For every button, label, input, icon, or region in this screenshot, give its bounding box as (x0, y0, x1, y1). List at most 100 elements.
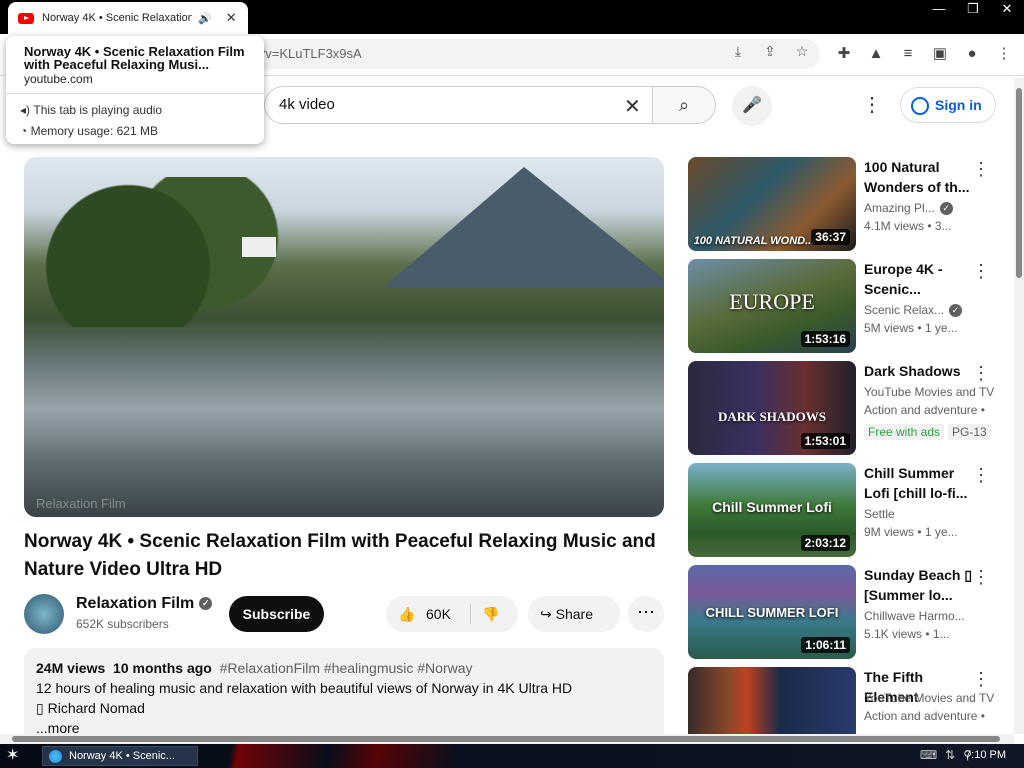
recommendation-menu-icon[interactable]: ⋮ (972, 261, 990, 282)
search-button[interactable]: ⌕ (652, 86, 716, 124)
hover-card-audio: ◂) This tab is playing audio (20, 103, 162, 117)
side-panel-icon[interactable]: ▣ (930, 42, 950, 66)
hashtags[interactable]: #RelaxationFilm #healingmusic #Norway (220, 660, 473, 676)
duration-badge: 1:53:01 (800, 433, 850, 449)
tab-active[interactable]: Norway 4K • Scenic Relaxation 🔊 ✕ (8, 2, 248, 34)
vertical-scrollbar[interactable] (1014, 78, 1024, 734)
recommendation-channel: YouTube Movies and TV (864, 385, 995, 399)
clear-search-icon[interactable]: ✕ (624, 94, 641, 119)
channel-text: Amazing Pl... (864, 201, 935, 215)
video-thumbnail[interactable]: Chill Summer Lofi 2:03:12 (688, 463, 856, 557)
video-frame-mountain (384, 167, 664, 287)
thumbnail-text: Chill Summer Lofi (712, 499, 832, 515)
recommendation-menu-icon[interactable]: ⋮ (972, 465, 990, 486)
more-actions-button[interactable]: ⋯ (628, 596, 664, 632)
channel-avatar[interactable] (24, 594, 64, 634)
bookmark-star-icon[interactable]: ☆ (792, 43, 812, 60)
scrollbar-thumb[interactable] (12, 736, 1000, 742)
search-icon: ⌕ (678, 95, 690, 115)
recommendation-menu-icon[interactable]: ⋮ (972, 159, 990, 180)
subscribe-button[interactable]: Subscribe (229, 596, 324, 632)
video-player[interactable]: Relaxation Film (24, 157, 664, 517)
recommendation-title[interactable]: Chill Summer Lofi [chill lo-fi... (864, 463, 976, 503)
tab-close-button[interactable]: ✕ (226, 10, 237, 26)
recommendation-item[interactable]: DARK SHADOWS 1:53:01 Dark Shadows YouTub… (688, 361, 1008, 455)
share-page-icon[interactable]: ⇪ (760, 43, 780, 60)
close-window-button[interactable]: ✕ (990, 0, 1024, 18)
video-thumbnail[interactable]: 100 NATURAL WOND... 36:37 (688, 157, 856, 251)
recommendation-item[interactable]: Chill Summer Lofi 2:03:12 Chill Summer L… (688, 463, 1008, 557)
memory-gauge-icon: ◔ (20, 124, 31, 138)
browser-menu-icon[interactable]: ⋮ (994, 42, 1014, 66)
keyboard-icon[interactable]: ⌨ (920, 748, 937, 762)
like-count[interactable]: 60K (426, 596, 451, 632)
search-input[interactable]: 4k video (264, 86, 654, 124)
recommendation-meta: 5.1K views • 1... (864, 627, 950, 641)
browser-icon (49, 750, 62, 763)
share-button[interactable]: ↪ Share (528, 596, 620, 632)
voice-search-button[interactable]: 🎤 (732, 86, 772, 126)
profile-icon[interactable]: ● (962, 42, 982, 66)
recommendation-item[interactable]: The Fifth Element YouTube Movies and TV … (688, 667, 1008, 744)
recommendation-channel: Chillwave Harmo... (864, 609, 965, 623)
description-box[interactable]: 24M views 10 months ago #RelaxationFilm … (24, 648, 664, 744)
horizontal-scrollbar[interactable] (0, 734, 1014, 744)
channel-name-text: Relaxation Film (76, 595, 195, 612)
scrollbar-thumb[interactable] (1016, 88, 1022, 278)
verified-icon: ✓ (939, 202, 953, 216)
video-thumbnail[interactable]: CHILL SUMMER LOFI 1:06:11 (688, 565, 856, 659)
recommendation-meta: 4.1M views • 3... (864, 219, 952, 233)
settings-menu-icon[interactable]: ⋮ (862, 92, 882, 117)
restore-button[interactable]: ❐ (956, 0, 990, 18)
audio-status-text: This tab is playing audio (33, 103, 163, 117)
duration-badge: 36:37 (811, 229, 850, 245)
recommendation-title[interactable]: Europe 4K - Scenic... (864, 259, 976, 299)
thumbnail-text: CHILL SUMMER LOFI (705, 605, 839, 620)
network-icon[interactable]: ⇅ (945, 748, 955, 762)
omnibox-actions: ⤓ ⇪ ☆ (728, 43, 812, 60)
verified-icon: ✓ (949, 304, 963, 318)
recommendation-menu-icon[interactable]: ⋮ (972, 567, 990, 588)
youtube-icon (18, 12, 34, 24)
recommendation-title[interactable]: Sunday Beach ▯ [Summer lo... (864, 565, 976, 605)
recommendation-item[interactable]: CHILL SUMMER LOFI 1:06:11 Sunday Beach ▯… (688, 565, 1008, 659)
thumbnail-text: DARK SHADOWS (718, 409, 826, 424)
channel-name[interactable]: Relaxation Film ✓ (76, 595, 213, 613)
recommendation-item[interactable]: EUROPE 1:53:16 Europe 4K - Scenic... Sce… (688, 259, 1008, 353)
sign-in-button[interactable]: Sign in (900, 87, 996, 123)
recommendation-meta: 9M views • 1 ye... (864, 525, 958, 539)
recommendation-channel: Amazing Pl... ✓ (864, 201, 996, 216)
speaker-icon[interactable]: 🔊 (198, 12, 212, 25)
account-icon (911, 97, 929, 116)
hover-card-memory: ◔ Memory usage: 621 MB (20, 124, 158, 138)
recommendation-item[interactable]: 100 NATURAL WOND... 36:37 100 Natural Wo… (688, 157, 1008, 251)
recommendation-channel: YouTube Movies and TV (864, 691, 995, 705)
system-clock[interactable]: 7:10 PM (965, 749, 1006, 761)
recommendation-menu-icon[interactable]: ⋮ (972, 363, 990, 384)
recommendation-title[interactable]: Dark Shadows (864, 361, 976, 381)
description-line: 12 hours of healing music and relaxation… (36, 680, 573, 696)
extensions-icon[interactable]: ✚ (834, 42, 854, 66)
like-dislike-group: 👍 60K 👎 (386, 596, 518, 632)
recommendation-title[interactable]: 100 Natural Wonders of th... (864, 157, 976, 197)
dislike-icon[interactable]: 👎 (482, 596, 499, 632)
duration-badge: 1:53:16 (800, 331, 850, 347)
verified-icon: ✓ (199, 597, 213, 611)
video-thumbnail[interactable]: EUROPE 1:53:16 (688, 259, 856, 353)
like-icon[interactable]: 👍 (398, 596, 415, 632)
video-title: Norway 4K • Scenic Relaxation Film with … (24, 531, 656, 580)
install-icon[interactable]: ⤓ (728, 43, 748, 60)
minimize-button[interactable]: — (922, 0, 956, 18)
taskbar-task-button[interactable]: Norway 4K • Scenic... (42, 746, 198, 766)
recommendation-channel: Settle (864, 507, 895, 521)
video-thumbnail[interactable] (688, 667, 856, 744)
start-menu-icon[interactable]: ✶ (6, 745, 19, 765)
recommendation-meta: Action and adventure • (864, 403, 985, 417)
toolbar-icons: ✚ ▲ ≡ ▣ ● ⋮ (834, 42, 1014, 66)
labs-flask-icon[interactable]: ▲ (866, 42, 886, 66)
sign-in-label: Sign in (935, 97, 982, 113)
duration-badge: 1:06:11 (801, 637, 850, 653)
media-queue-icon[interactable]: ≡ (898, 42, 918, 66)
recommendation-menu-icon[interactable]: ⋮ (972, 669, 990, 690)
video-thumbnail[interactable]: DARK SHADOWS 1:53:01 (688, 361, 856, 455)
